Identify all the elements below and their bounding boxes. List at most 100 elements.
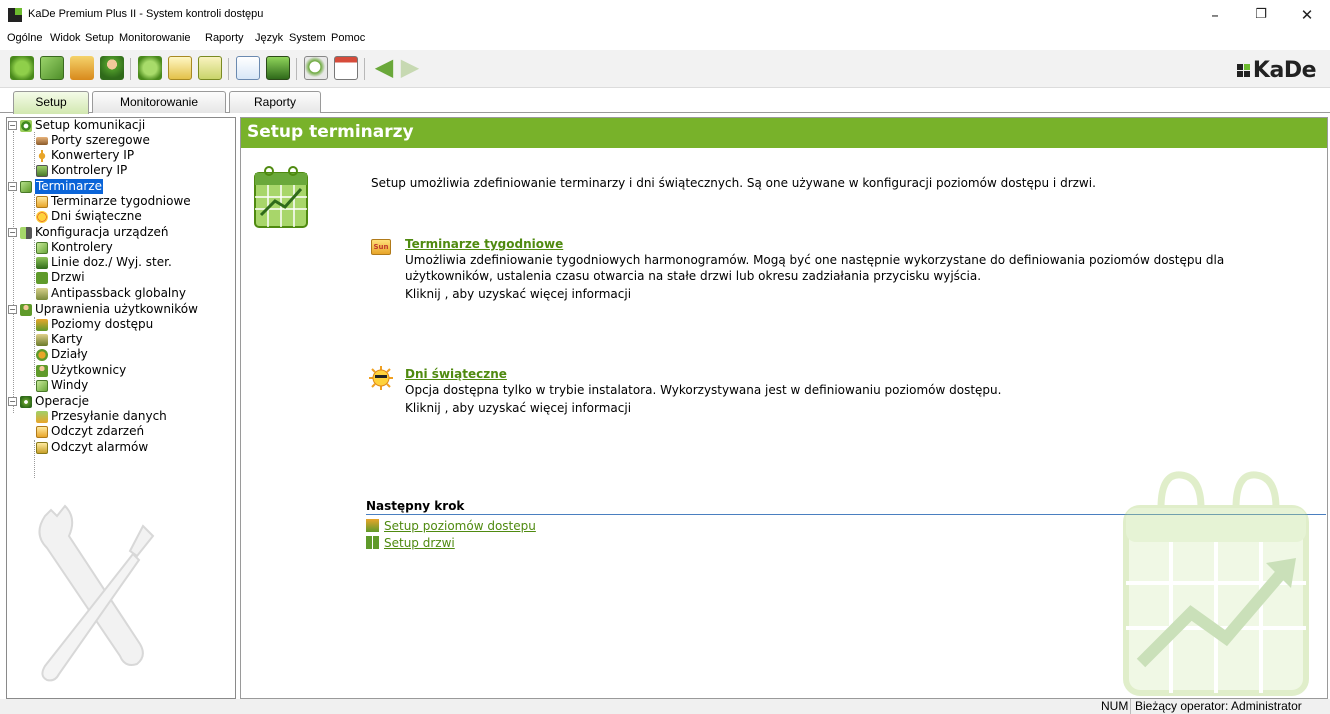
link-setup-poziomow-dostepu[interactable]: Setup poziomów dostepu [384,519,536,533]
content-header: Setup terminarzy [241,118,1327,148]
tree-node-label: Poziomy dostępu [51,317,154,331]
tree-node-label: Kontrolery [51,240,113,254]
tree-node-drzwi[interactable]: Drzwi [36,270,85,285]
monitor-icon[interactable] [266,56,290,80]
report-icon[interactable] [236,56,260,80]
menu-jezyk[interactable]: Język [255,32,283,44]
section-text-line: Opcja dostępna tylko w trybie instalator… [405,383,1002,397]
link-terminarze-tygodniowe[interactable]: Terminarze tygodniowe [405,237,563,251]
cards-icon[interactable] [168,56,192,80]
events-icon[interactable] [198,56,222,80]
operations-icon[interactable] [138,56,162,80]
tree-node-odczyt-zdarzen[interactable]: Odczyt zdarzeń [36,424,144,439]
antipassback-icon [36,287,48,300]
tree-node-terminarze[interactable]: − Terminarze [8,179,103,194]
events-read-icon [36,425,48,438]
tree-node-karty[interactable]: Karty [36,332,83,347]
tab-setup[interactable]: Setup [13,91,89,114]
main-tabs: Setup Monitorowanie Raporty [0,88,1330,114]
setup-tree: − Setup komunikacji Porty szeregowe Konw… [6,117,236,699]
tree-node-kontrolery-ip[interactable]: Kontrolery IP [36,163,127,178]
tree-node-dni-swiateczne[interactable]: Dni świąteczne [36,209,142,224]
tree-node-windy[interactable]: Windy [36,378,88,393]
collapse-toggle[interactable]: − [8,121,17,130]
collapse-toggle[interactable]: − [8,397,17,406]
menu-system[interactable]: System [289,32,326,44]
tree-node-label: Dni świąteczne [51,209,142,223]
tree-node-label: Terminarze tygodniowe [51,194,191,208]
user-permissions-icon [20,303,32,316]
collapse-toggle[interactable]: − [8,305,17,314]
controller-ip-icon [36,164,48,177]
tree-node-porty-szeregowe[interactable]: Porty szeregowe [36,133,150,148]
weekly-schedule-icon [36,195,48,208]
tree-node-terminarze-tygodniowe[interactable]: Terminarze tygodniowe [36,194,191,209]
communication-icon[interactable] [10,56,34,80]
globe-icon [20,119,32,132]
users-icon[interactable] [100,56,124,80]
calendar-watermark-icon [1123,471,1309,696]
app-icon [8,8,22,22]
toolbar: ◀ ▶ KaDe [0,50,1330,88]
maximize-button[interactable]: ❐ [1238,4,1284,26]
tree-node-operacje[interactable]: − Operacje [8,394,89,409]
next-step-title: Następny krok [366,499,465,513]
back-arrow-icon[interactable]: ◀ [372,55,396,80]
menu-pomoc[interactable]: Pomoc [331,32,365,44]
calendar-icon [20,180,32,193]
link-dni-swiateczne[interactable]: Dni świąteczne [405,367,507,381]
sun-icon [36,210,48,223]
devices-icon[interactable] [70,56,94,80]
tree-node-przesylanie[interactable]: Przesyłanie danych [36,409,167,424]
tree-node-label: Odczyt zdarzeń [51,424,145,438]
tree-node-poziomy-dostepu[interactable]: Poziomy dostępu [36,317,153,332]
link-setup-drzwi[interactable]: Setup drzwi [384,536,455,550]
tree-node-label: Porty szeregowe [51,133,150,147]
calendar-icon[interactable] [334,56,358,80]
card-icon [36,333,48,346]
close-button[interactable]: ✕ [1284,4,1330,26]
tree-node-dzialy[interactable]: Działy [36,347,88,362]
tree-node-setup-komunikacji[interactable]: − Setup komunikacji [8,118,145,133]
tree-node-label: Działy [51,347,88,361]
tree-node-label: Uprawnienia użytkowników [35,302,198,316]
window-title: KaDe Premium Plus II - System kontroli d… [28,8,264,20]
tree-node-linie[interactable]: Linie doz./ Wyj. ster. [36,255,172,270]
menu-widok[interactable]: Widok [50,32,81,44]
terminarze-icon[interactable] [40,56,64,80]
more-info-link[interactable]: Kliknij , aby uzyskać więcej informacji [405,286,631,302]
more-info-link[interactable]: Kliknij , aby uzyskać więcej informacji [405,400,631,416]
collapse-toggle[interactable]: − [8,182,17,191]
tree-node-antipassback[interactable]: Antipassback globalny [36,286,186,301]
minimize-button[interactable]: – [1192,4,1238,26]
tree-node-label: Setup komunikacji [35,118,146,132]
tree-node-label: Operacje [35,394,90,408]
menu-raporty[interactable]: Raporty [205,32,244,44]
tree-node-label: Kontrolery IP [51,163,128,177]
title-bar: KaDe Premium Plus II - System kontroli d… [0,0,1330,30]
door-icon [36,271,48,284]
tree-node-label: Przesyłanie danych [51,409,167,423]
device-config-icon [20,226,32,239]
tree-node-konwertery-ip[interactable]: Konwertery IP [36,148,134,163]
sun-icon [369,366,393,390]
page-title: Setup terminarzy [247,122,414,142]
tree-node-label: Konwertery IP [51,148,135,162]
tree-node-kontrolery[interactable]: Kontrolery [36,240,113,255]
tree-node-uzytkownicy[interactable]: Użytkownicy [36,363,126,378]
tree-node-odczyt-alarmow[interactable]: Odczyt alarmów [36,440,148,455]
tree-node-konfiguracja-urzadzen[interactable]: − Konfiguracja urządzeń [8,225,168,240]
menu-bar: Ogólne Widok Setup Monitorowanie Raporty… [0,30,1330,48]
collapse-toggle[interactable]: − [8,228,17,237]
tree-node-uprawnienia[interactable]: − Uprawnienia użytkowników [8,302,198,317]
departments-icon [36,348,48,361]
menu-monitorowanie[interactable]: Monitorowanie [119,32,191,44]
tab-raporty[interactable]: Raporty [229,91,321,113]
forward-arrow-icon[interactable]: ▶ [398,55,422,80]
menu-ogolne[interactable]: Ogólne [7,32,42,44]
section-text-line: użytkowników, ustalenia czasu otwarcia n… [405,269,982,283]
tab-monitorowanie[interactable]: Monitorowanie [92,91,226,113]
search-icon[interactable] [304,56,328,80]
logo-mark-icon [1236,64,1250,77]
menu-setup[interactable]: Setup [85,32,114,44]
